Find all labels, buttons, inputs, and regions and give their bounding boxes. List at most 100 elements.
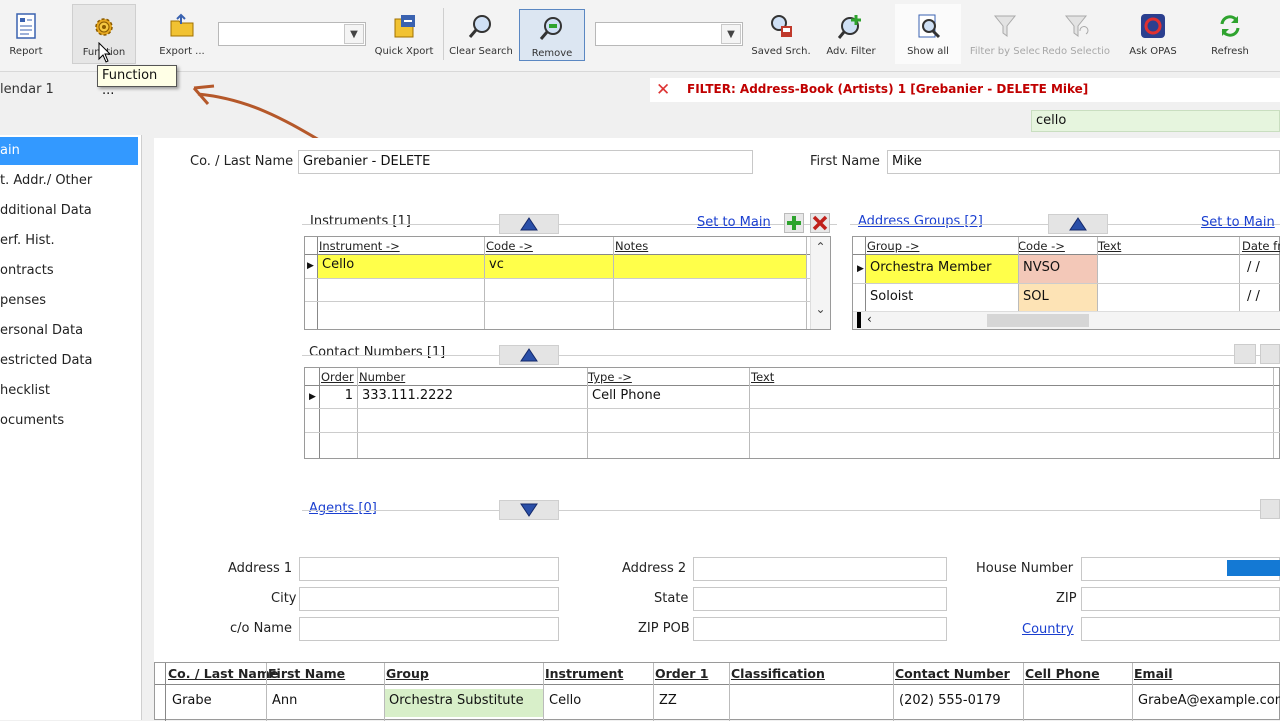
column-header-code[interactable]: Code -> xyxy=(1018,239,1065,253)
notes-cell[interactable] xyxy=(614,255,806,278)
saved-search-icon xyxy=(767,12,795,40)
group-code-cell[interactable]: SOL xyxy=(1019,284,1097,311)
contacts-edit-icon[interactable] xyxy=(1234,344,1256,364)
group-date-cell[interactable]: / / xyxy=(1243,284,1280,311)
column-header-instrument[interactable]: Instrument xyxy=(545,666,623,681)
result-first-name-cell[interactable]: Ann xyxy=(268,689,301,717)
address1-label: Address 1 xyxy=(228,561,293,576)
refresh-button[interactable]: Refresh xyxy=(1202,4,1258,64)
collapse-instruments-button[interactable] xyxy=(499,214,559,234)
group-cell[interactable]: Soloist xyxy=(866,284,1018,311)
expand-agents-button[interactable] xyxy=(499,500,559,520)
column-header-group[interactable]: Group xyxy=(386,666,429,681)
column-header-number[interactable]: Number xyxy=(359,370,405,384)
co-name-field[interactable] xyxy=(299,617,559,641)
column-header-order[interactable]: Order xyxy=(321,370,354,384)
number-cell[interactable]: 333.111.2222 xyxy=(358,386,587,408)
country-link[interactable]: Country xyxy=(1022,622,1074,637)
result-contact-number-cell[interactable]: (202) 555-0179 xyxy=(895,689,1005,717)
order-cell[interactable]: 1 xyxy=(320,386,357,408)
zip-pob-field[interactable] xyxy=(693,617,947,641)
address-groups-set-to-main-link[interactable]: Set to Main xyxy=(1201,215,1275,235)
redo-selection-button[interactable]: Redo Selectio xyxy=(1042,4,1110,64)
column-header-last-name[interactable]: Co. / Last Name xyxy=(168,666,278,681)
column-header-type[interactable]: Type -> xyxy=(588,370,632,384)
group-date-cell[interactable]: / / xyxy=(1243,255,1280,283)
column-header-contact-number[interactable]: Contact Number xyxy=(895,666,1010,681)
column-header-cell-phone[interactable]: Cell Phone xyxy=(1025,666,1100,681)
ask-opas-button[interactable]: Ask OPAS xyxy=(1124,4,1182,64)
sidebar-item-personal-data[interactable]: ersonal Data xyxy=(0,317,138,345)
delete-instrument-button[interactable] xyxy=(810,213,830,233)
column-header-group[interactable]: Group -> xyxy=(867,239,919,253)
sidebar-item-alt-address[interactable]: t. Addr./ Other xyxy=(0,167,138,195)
remove-button[interactable]: Remove xyxy=(519,9,585,61)
contacts-expand-icon[interactable] xyxy=(1260,344,1280,364)
instruments-scrollbar[interactable]: ⌃ ⌄ xyxy=(810,237,830,329)
result-cell-phone-cell[interactable] xyxy=(1025,689,1033,717)
search-preset-dropdown[interactable]: ▼ xyxy=(595,22,743,46)
column-header-date-from[interactable]: Date fr xyxy=(1242,239,1280,253)
address-groups-hscrollbar[interactable]: ‹ xyxy=(853,311,1280,329)
search-input[interactable]: cello xyxy=(1031,110,1280,132)
chevron-down-icon[interactable]: ▼ xyxy=(721,24,741,44)
state-field[interactable] xyxy=(693,587,947,611)
result-classification-cell[interactable] xyxy=(731,689,739,717)
result-last-name-cell[interactable]: Grabe xyxy=(168,689,216,717)
group-code-cell[interactable]: NVSO xyxy=(1019,255,1097,283)
result-email-cell[interactable]: GrabeA@example.com xyxy=(1134,689,1280,717)
collapse-contacts-button[interactable] xyxy=(499,345,559,365)
column-header-text[interactable]: Text xyxy=(751,370,774,384)
column-header-instrument[interactable]: Instrument -> xyxy=(319,239,400,253)
report-button[interactable]: Report xyxy=(6,4,46,64)
result-group-cell[interactable]: Orchestra Substitute xyxy=(385,689,543,717)
saved-search-button[interactable]: Saved Srch. xyxy=(751,4,811,64)
sidebar-item-additional-data[interactable]: dditional Data xyxy=(0,197,138,225)
type-cell[interactable]: Cell Phone xyxy=(588,386,749,408)
address1-field[interactable] xyxy=(299,557,559,581)
close-filter-icon[interactable]: ✕ xyxy=(656,80,670,100)
instrument-cell[interactable]: Cello xyxy=(318,255,484,278)
column-header-classification[interactable]: Classification xyxy=(731,666,825,681)
sidebar-item-restricted-data[interactable]: estricted Data xyxy=(0,347,138,375)
tab-title[interactable]: lendar 1 xyxy=(0,82,54,97)
column-header-text[interactable]: Text xyxy=(1098,239,1121,253)
column-header-first-name[interactable]: First Name xyxy=(268,666,345,681)
column-header-email[interactable]: Email xyxy=(1134,666,1173,681)
show-all-button[interactable]: Show all xyxy=(895,4,961,64)
column-header-notes[interactable]: Notes xyxy=(615,239,648,253)
column-header-order1[interactable]: Order 1 xyxy=(655,666,708,681)
filter-by-selection-button[interactable]: Filter by Selec xyxy=(970,4,1040,64)
collapse-address-groups-button[interactable] xyxy=(1048,214,1108,234)
triangle-up-icon xyxy=(520,217,538,231)
refresh-label: Refresh xyxy=(1211,46,1249,57)
quick-xport-button[interactable]: Quick Xport xyxy=(374,4,434,64)
first-name-field[interactable]: Mike xyxy=(887,150,1280,174)
sidebar-item-documents[interactable]: ocuments xyxy=(0,407,138,435)
result-order-cell[interactable]: ZZ xyxy=(655,689,681,717)
city-field[interactable] xyxy=(299,587,559,611)
address2-field[interactable] xyxy=(693,557,947,581)
agents-expand-icon[interactable] xyxy=(1260,499,1280,519)
add-instrument-button[interactable] xyxy=(784,213,804,233)
sidebar-item-expenses[interactable]: penses xyxy=(0,287,138,315)
sidebar-item-perf-hist[interactable]: erf. Hist. xyxy=(0,227,138,255)
export-format-dropdown[interactable]: ▼ xyxy=(218,22,366,46)
clear-search-button[interactable]: Clear Search xyxy=(449,4,513,64)
code-cell[interactable]: vc xyxy=(485,255,613,278)
last-name-field[interactable]: Grebanier - DELETE xyxy=(298,150,753,174)
result-instrument-cell[interactable]: Cello xyxy=(545,689,585,717)
group-cell[interactable]: Orchestra Member xyxy=(866,255,1018,283)
instruments-set-to-main-link[interactable]: Set to Main xyxy=(697,215,771,235)
column-header-code[interactable]: Code -> xyxy=(486,239,533,253)
chevron-down-icon[interactable]: ▼ xyxy=(344,24,364,44)
sidebar-item-main[interactable]: ain xyxy=(0,137,138,165)
country-field[interactable] xyxy=(1081,617,1280,641)
zip-field[interactable] xyxy=(1081,587,1280,611)
sidebar-item-contracts[interactable]: ontracts xyxy=(0,257,138,285)
agents-title[interactable]: Agents [0] xyxy=(309,501,377,521)
export-button[interactable]: Export ... xyxy=(158,4,206,64)
sidebar-item-checklist[interactable]: hecklist xyxy=(0,377,138,405)
house-number-field[interactable] xyxy=(1081,557,1280,581)
adv-filter-button[interactable]: Adv. Filter xyxy=(822,4,880,64)
